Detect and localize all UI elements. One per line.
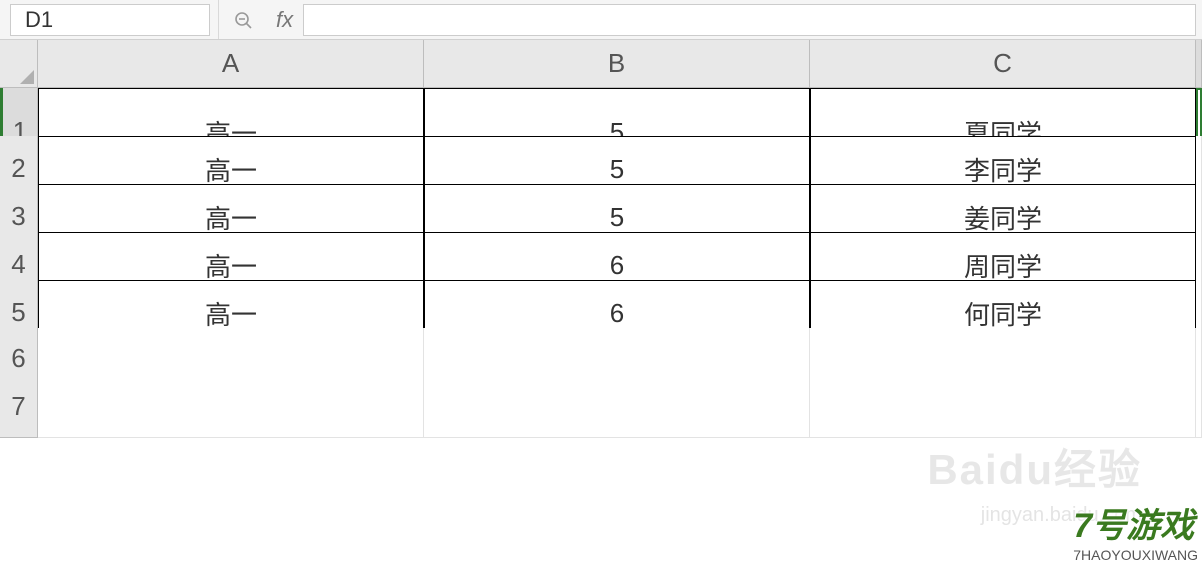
badge-text: 7号游戏 — [1073, 507, 1194, 545]
formula-input[interactable] — [303, 4, 1196, 36]
name-box-container[interactable] — [10, 4, 210, 36]
watermark-brand: Baidu经验 — [927, 436, 1142, 497]
formula-bar: fx — [0, 0, 1202, 40]
cell-D7[interactable] — [1196, 376, 1202, 438]
cell-A7[interactable] — [38, 376, 424, 438]
fx-label[interactable]: fx — [266, 7, 303, 33]
row-header-7[interactable]: 7 — [0, 376, 38, 438]
col-header-B[interactable]: B — [424, 40, 810, 88]
select-all-corner[interactable] — [0, 40, 38, 88]
cell-B7[interactable] — [424, 376, 810, 438]
badge-subtext: 7HAOYOUXIWANG — [1073, 547, 1198, 563]
cancel-formula-icon[interactable] — [218, 0, 266, 39]
cell-C7[interactable] — [810, 376, 1196, 438]
col-header-A[interactable]: A — [38, 40, 424, 88]
col-header-C[interactable]: C — [810, 40, 1196, 88]
col-header-D[interactable] — [1196, 40, 1202, 88]
spreadsheet-grid: A B C 1 高一 5 夏同学 2 高一 5 李同学 3 高一 5 姜同学 4… — [0, 40, 1202, 424]
watermark-badge: 7号游戏 7HAOYOUXIWANG — [1073, 498, 1198, 563]
